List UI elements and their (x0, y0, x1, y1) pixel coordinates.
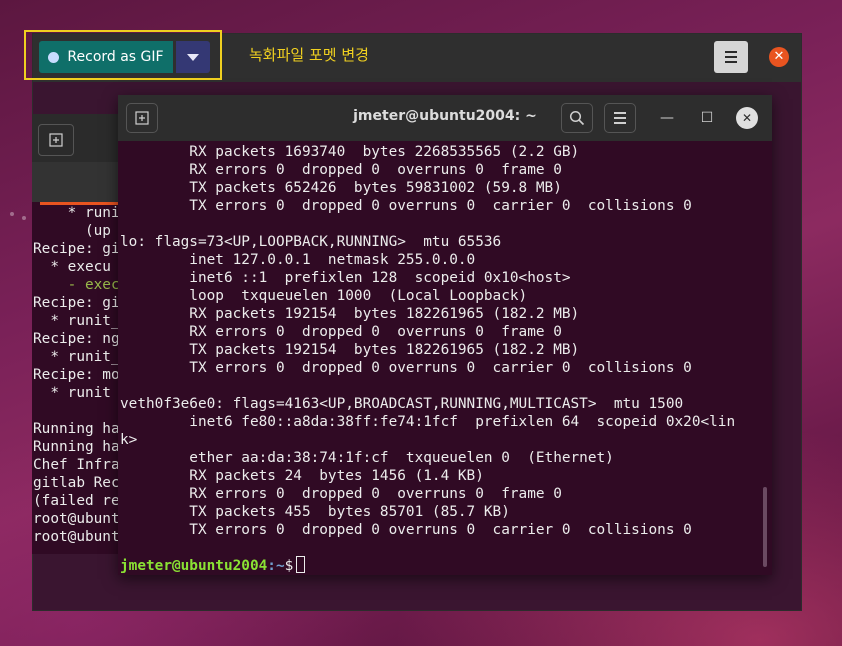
terminal-line: ether aa:da:38:74:1f:cf txqueuelen 0 (Et… (120, 450, 614, 466)
terminal-line: inet6 ::1 prefixlen 128 scopeid 0x10<hos… (120, 270, 571, 286)
new-tab-icon (49, 133, 63, 147)
terminal-line: TX packets 192154 bytes 182261965 (182.2… (120, 342, 580, 358)
background-terminal-line: root@ubunt (33, 529, 120, 545)
terminal-line: loop txqueuelen 1000 (Local Loopback) (120, 288, 528, 304)
background-terminal-line: Recipe: ng (33, 331, 120, 347)
minimize-button[interactable]: — (656, 107, 678, 129)
background-terminal-line: Recipe: gi (33, 241, 120, 257)
background-terminal-line: Running ha (33, 439, 120, 455)
terminal-line: TX packets 455 bytes 85701 (85.7 KB) (120, 504, 510, 520)
prompt-user-host: jmeter@ubuntu2004 (120, 558, 268, 574)
close-icon: ✕ (741, 111, 753, 125)
chevron-down-icon (187, 53, 199, 61)
close-icon: ✕ (773, 49, 785, 64)
terminal-line: inet6 fe80::a8da:38ff:fe74:1fcf prefixle… (120, 414, 736, 430)
background-terminal-line: * runit (33, 385, 111, 401)
record-button-label: Record as GIF (67, 49, 164, 65)
terminal-line: RX packets 192154 bytes 182261965 (182.2… (120, 306, 580, 322)
background-terminal-line: * execu (33, 259, 111, 275)
background-terminal-line: * runit_ (33, 313, 120, 329)
background-terminal-line: Recipe: gi (33, 295, 120, 311)
terminal-line: lo: flags=73<UP,LOOPBACK,RUNNING> mtu 65… (120, 234, 502, 250)
terminal-scrollbar[interactable] (763, 487, 767, 567)
record-format-dropdown-button[interactable] (176, 41, 210, 73)
terminal-line: TX errors 0 dropped 0 overruns 0 carrier… (120, 522, 692, 538)
terminal-line: RX errors 0 dropped 0 overruns 0 frame 0 (120, 486, 562, 502)
terminal-prompt-line[interactable]: jmeter@ubuntu2004:~$ (120, 556, 306, 575)
wallpaper-dot (22, 216, 26, 220)
terminal-line: k> (120, 432, 138, 448)
new-tab-button[interactable] (38, 124, 74, 156)
maximize-icon: ☐ (700, 110, 714, 126)
terminal-line: RX errors 0 dropped 0 overruns 0 frame 0 (120, 324, 562, 340)
background-terminal-line: (up i (33, 223, 129, 239)
background-terminal-line: Recipe: mo (33, 367, 120, 383)
terminal-line: TX errors 0 dropped 0 overruns 0 carrier… (120, 198, 692, 214)
terminal-line: RX errors 0 dropped 0 overruns 0 frame 0 (120, 162, 562, 178)
prompt-path: :~ (267, 558, 285, 574)
search-button[interactable] (561, 103, 593, 133)
hamburger-icon (725, 51, 737, 53)
background-terminal-output: * runi (up i Recipe: gi * execu - exec R… (33, 204, 128, 546)
wallpaper-dot (10, 212, 14, 216)
terminal-line: TX errors 0 dropped 0 overruns 0 carrier… (120, 360, 692, 376)
background-terminal-line: root@ubunt (33, 511, 120, 527)
maximize-button[interactable]: ☐ (696, 107, 718, 129)
record-circle-icon (48, 51, 60, 63)
prompt-symbol: $ (284, 558, 294, 574)
terminal-line: RX packets 24 bytes 1456 (1.4 KB) (120, 468, 484, 484)
hamburger-icon (614, 112, 626, 114)
terminal-titlebar: jmeter@ubuntu2004: ~ — ☐ ✕ (118, 95, 772, 141)
search-icon (569, 110, 585, 126)
recorder-close-button[interactable]: ✕ (769, 47, 789, 67)
recorder-menu-button[interactable] (714, 41, 748, 73)
record-as-gif-button[interactable]: Record as GIF (39, 41, 173, 73)
background-terminal-line: gitlab Rec (33, 475, 120, 491)
terminal-line: veth0f3e6e0: flags=4163<UP,BROADCAST,RUN… (120, 396, 684, 412)
annotation-label: 녹화파일 포멧 변경 (249, 46, 369, 64)
background-terminal-line: Chef Infra (33, 457, 120, 473)
background-terminal-line: - exec (33, 277, 120, 293)
background-terminal-line: * runit_ (33, 349, 120, 365)
text-cursor (296, 556, 306, 573)
terminal-line: inet 127.0.0.1 netmask 255.0.0.0 (120, 252, 476, 268)
background-terminal-line: (failed re (33, 493, 120, 509)
terminal-close-button[interactable]: ✕ (736, 107, 758, 129)
background-terminal-line: Running ha (33, 421, 120, 437)
terminal-window[interactable]: jmeter@ubuntu2004: ~ — ☐ ✕ RX packets 16… (118, 95, 772, 575)
minimize-icon: — (660, 110, 674, 126)
terminal-line: RX packets 1693740 bytes 2268535565 (2.2… (120, 144, 580, 160)
background-terminal-line: * runi (33, 205, 120, 221)
terminal-line: TX packets 652426 bytes 59831002 (59.8 M… (120, 180, 562, 196)
terminal-output: RX packets 1693740 bytes 2268535565 (2.2… (120, 143, 735, 539)
terminal-menu-button[interactable] (604, 103, 636, 133)
